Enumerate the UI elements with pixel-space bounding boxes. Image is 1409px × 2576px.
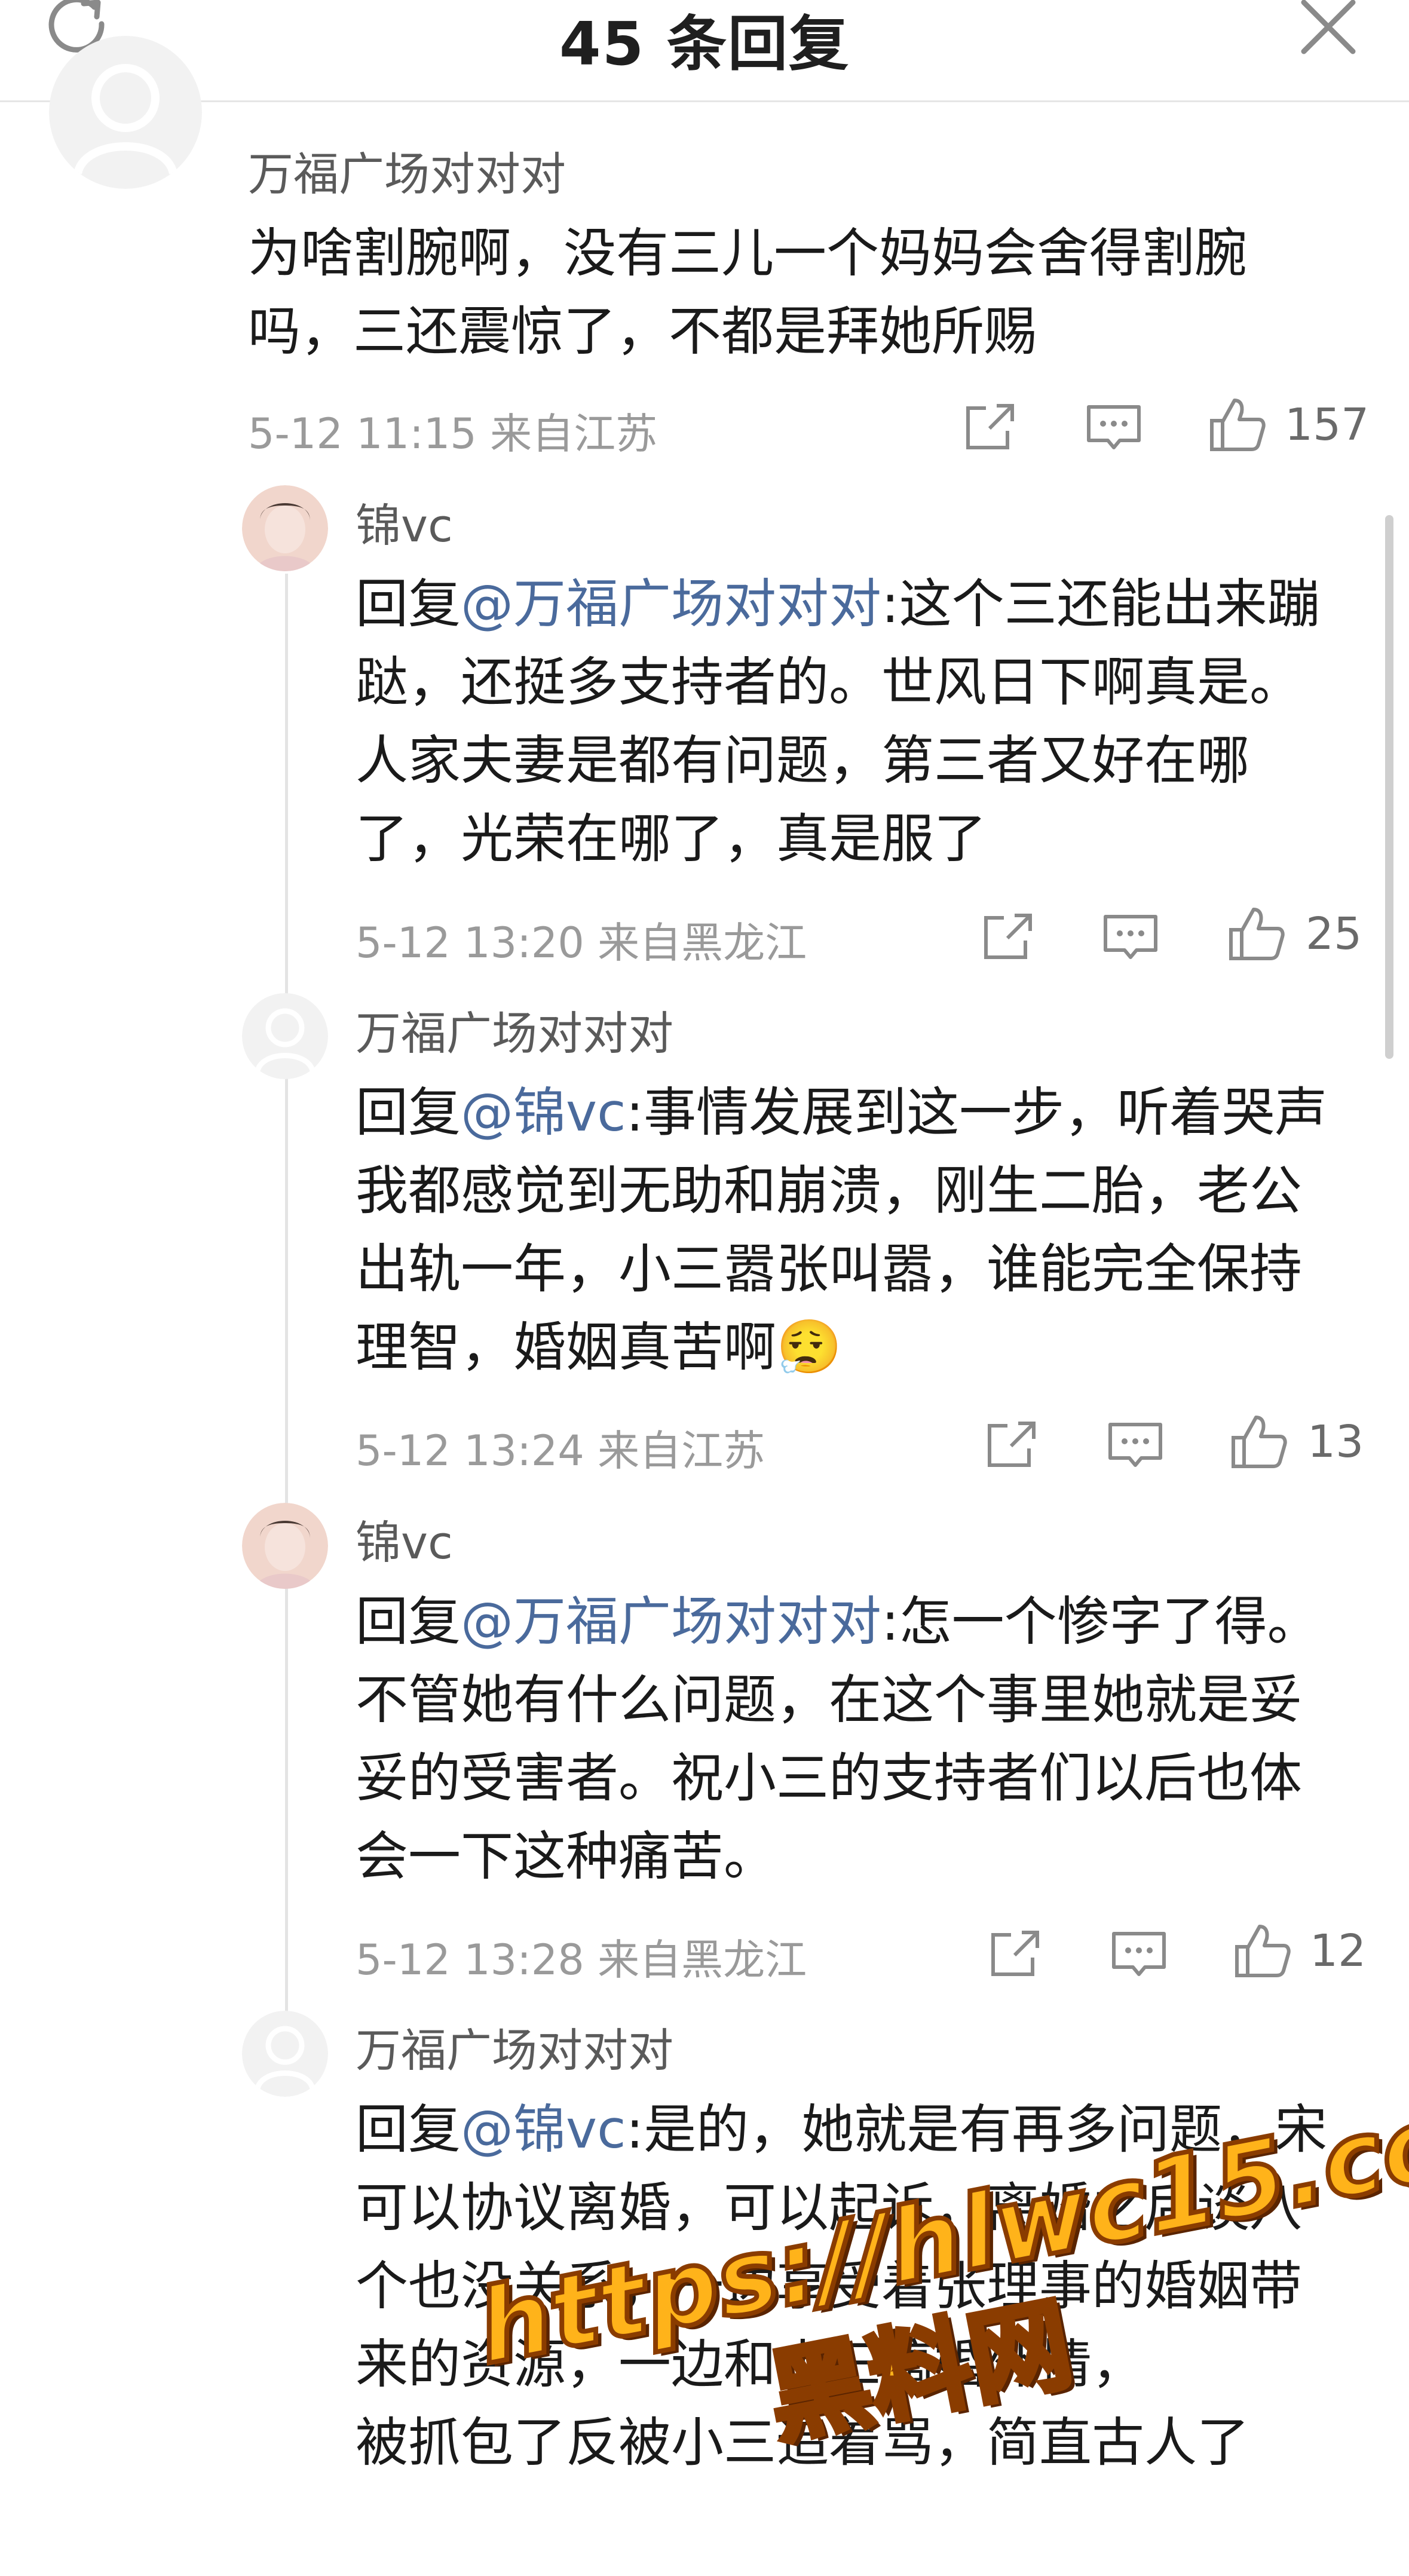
reply-prefix: 回复 [356, 1591, 461, 1652]
comment-meta: 5-12 13:24 来自江苏 [356, 1426, 765, 1475]
like-count: 13 [1307, 1416, 1364, 1468]
page-title: 45 条回复 [559, 9, 850, 79]
comment-text: 为啥割腕啊，没有三儿一个妈妈会舍得割腕 吗，三还震惊了，不都是拜她所赐 [248, 214, 1247, 370]
share-icon[interactable] [978, 907, 1037, 967]
thread-line [285, 574, 288, 2050]
comment-line: 妥的受害者。祝小三的支持者们以后也体 [356, 1747, 1303, 1809]
like-icon[interactable] [1232, 1920, 1292, 1980]
like-count: 157 [1285, 399, 1370, 451]
comment-username[interactable]: 万福广场对对对 [248, 137, 566, 203]
like-icon[interactable] [1226, 903, 1286, 963]
comment-username[interactable]: 锦vc [356, 1506, 453, 1572]
comment-line: :事情发展到这一步，听着哭声 [626, 1082, 1328, 1143]
avatar[interactable] [242, 2011, 328, 2097]
avatar[interactable] [242, 993, 328, 1079]
scrollbar[interactable] [1385, 515, 1393, 1059]
like-count: 25 [1306, 908, 1362, 960]
comment-text: 回复@锦vc:事情发展到这一步，听着哭声 我都感觉到无助和崩溃，刚生二胎，老公 … [356, 1073, 1327, 1386]
comment-line: 可以协议离婚，可以起诉，离婚之后谈八 [356, 2177, 1303, 2238]
comment-meta: 5-12 13:20 来自黑龙江 [356, 918, 807, 967]
comment-line: :怎一个惨字了得。 [881, 1591, 1320, 1652]
share-icon[interactable] [960, 397, 1019, 457]
close-icon[interactable] [1295, 0, 1361, 60]
reply-prefix: 回复 [356, 1082, 461, 1143]
comment-line: 个也没关系，一边享受着张理事的婚姻带 [356, 2255, 1303, 2317]
mention-link[interactable]: @锦vc [461, 1082, 626, 1143]
avatar[interactable] [242, 1503, 328, 1589]
comment-line: 会一下这种痛苦。 [356, 1825, 777, 1887]
like-count: 12 [1310, 1925, 1367, 1977]
header-bar: 45 条回复 [0, 0, 1409, 102]
comment-line: 出轨一年，小三嚣张叫嚣，谁能完全保持 [356, 1238, 1303, 1300]
share-icon[interactable] [985, 1924, 1045, 1984]
comment-line: 被抓包了反被小三追着骂，简直古人了 [356, 2412, 1250, 2473]
comment-line: 人家夫妻是都有问题，第三者又好在哪 [356, 730, 1250, 791]
comment-meta: 5-12 13:28 来自黑龙江 [356, 1935, 807, 1984]
comment-icon[interactable] [1101, 907, 1160, 967]
comment-icon[interactable] [1084, 397, 1144, 457]
comment-text: 回复@锦vc:是的，她就是有再多问题，宋 可以协议离婚，可以起诉，离婚之后谈八 … [356, 2090, 1327, 2482]
comment-line: 不管她有什么问题，在这个事里她就是妥 [356, 1669, 1303, 1730]
comment-line: 为啥割腕啊，没有三儿一个妈妈会舍得割腕 [248, 222, 1248, 284]
mention-link[interactable]: @万福广场对对对 [461, 1591, 881, 1652]
like-icon[interactable] [1207, 394, 1267, 454]
reply-prefix: 回复 [356, 2099, 461, 2160]
comment-text: 回复@万福广场对对对:这个三还能出来蹦 跶，还挺多支持者的。世风日下啊真是。 人… [356, 565, 1320, 878]
comment-icon[interactable] [1105, 1415, 1165, 1475]
comment-line: 我都感觉到无助和崩溃，刚生二胎，老公 [356, 1160, 1303, 1221]
comment-line: 来的资源，一边和小三搞婚外情， [356, 2333, 1145, 2395]
comment-username[interactable]: 万福广场对对对 [356, 2014, 673, 2079]
comment-line: :是的，她就是有再多问题，宋 [626, 2099, 1328, 2160]
comment-icon[interactable] [1109, 1924, 1169, 1984]
emoji: 😮‍💨 [776, 1316, 842, 1378]
share-icon[interactable] [981, 1415, 1041, 1475]
mention-link[interactable]: @万福广场对对对 [461, 573, 881, 635]
comment-line: 了，光荣在哪了，真是服了 [356, 808, 987, 869]
comment-line: 吗，三还震惊了，不都是拜她所赐 [248, 301, 1037, 362]
comment-line: 跶，还挺多支持者的。世风日下啊真是。 [356, 651, 1303, 713]
like-icon[interactable] [1229, 1411, 1288, 1471]
comment-text: 回复@万福广场对对对:怎一个惨字了得。 不管她有什么问题，在这个事里她就是妥 妥… [356, 1582, 1320, 1895]
comment-username[interactable]: 万福广场对对对 [356, 997, 673, 1062]
comment-line: :这个三还能出来蹦 [881, 573, 1320, 635]
avatar[interactable] [49, 36, 202, 189]
comment-line: 理智，婚姻真苦啊 [356, 1316, 777, 1378]
reply-prefix: 回复 [356, 573, 461, 635]
avatar[interactable] [242, 485, 328, 571]
mention-link[interactable]: @锦vc [461, 2099, 626, 2160]
comment-username[interactable]: 锦vc [356, 489, 453, 555]
comment-meta: 5-12 11:15 来自江苏 [248, 409, 658, 458]
